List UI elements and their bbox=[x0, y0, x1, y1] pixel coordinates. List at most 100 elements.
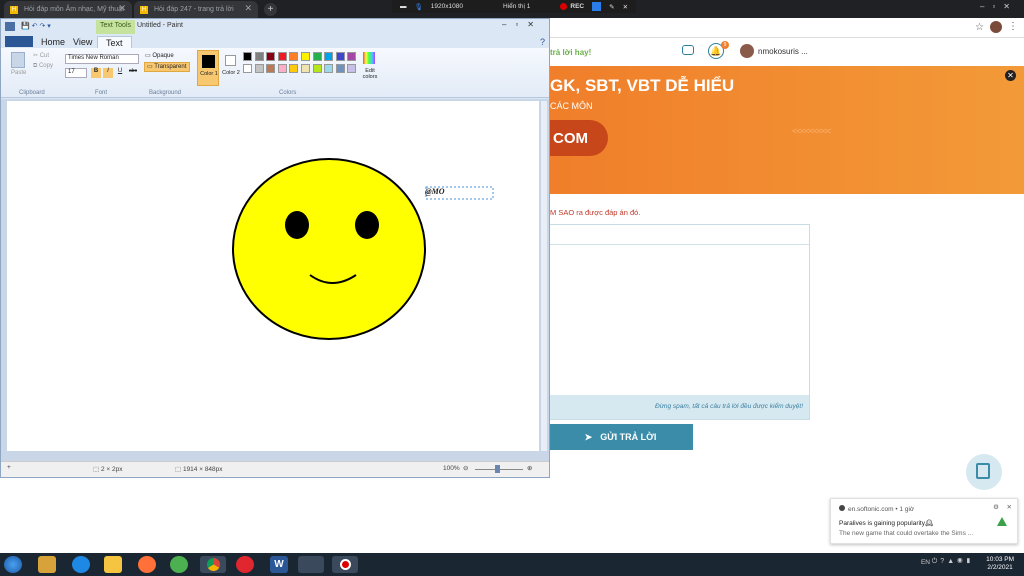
mic-icon[interactable]: 🎙 bbox=[415, 3, 423, 11]
file-menu-button[interactable] bbox=[5, 36, 33, 47]
promo-banner[interactable]: GK, SBT, VBT DỄ HIỂU CÁC MÔN COM <<<<<<<… bbox=[538, 66, 1024, 194]
palette-swatch[interactable] bbox=[243, 52, 252, 61]
media-player-icon[interactable] bbox=[38, 556, 56, 573]
user-avatar[interactable] bbox=[740, 44, 754, 58]
display-label[interactable]: Hiển thị 1 bbox=[503, 3, 530, 10]
color2-button[interactable]: Color 2 bbox=[221, 50, 241, 86]
new-tab-button[interactable]: + bbox=[264, 3, 277, 16]
palette-swatch[interactable] bbox=[266, 64, 276, 73]
palette-swatch[interactable] bbox=[312, 52, 322, 61]
palette-swatch[interactable] bbox=[266, 52, 276, 61]
add-icon: + bbox=[7, 464, 11, 471]
rec-button[interactable]: REC bbox=[560, 2, 584, 10]
palette-swatch[interactable] bbox=[347, 64, 357, 73]
clock-time: 10:03 PM bbox=[986, 556, 1014, 563]
screen-recorder-toolbar: ▬ 🎙 1920x1080 Hiển thị 1 REC ✎ ✕ bbox=[392, 0, 636, 13]
language-indicator[interactable]: EN bbox=[921, 559, 930, 566]
window-controls[interactable]: –▫✕ bbox=[980, 2, 1018, 11]
close-tab-icon[interactable]: ✕ bbox=[244, 3, 252, 14]
internet-explorer-icon[interactable] bbox=[72, 556, 90, 573]
help-icon[interactable]: ? bbox=[540, 37, 545, 47]
font-family-select[interactable]: Times New Roman bbox=[65, 54, 139, 64]
word-icon[interactable]: W bbox=[270, 556, 288, 573]
submit-label: GỬI TRẢ LỜI bbox=[600, 432, 657, 442]
file-explorer-icon[interactable] bbox=[104, 556, 122, 573]
palette-swatch[interactable] bbox=[347, 52, 357, 61]
tab-view[interactable]: View bbox=[73, 37, 92, 47]
star-icon[interactable]: ☆ bbox=[975, 22, 984, 33]
utility-app-icon[interactable] bbox=[170, 556, 188, 573]
strikethrough-button[interactable]: abc bbox=[127, 68, 139, 78]
zoom-out-button[interactable]: ⊖ bbox=[463, 464, 468, 472]
pen-icon[interactable]: ✎ bbox=[609, 3, 614, 11]
notification-close-icon[interactable]: ✕ bbox=[1007, 503, 1012, 511]
palette-swatch[interactable] bbox=[335, 52, 345, 61]
italic-button[interactable]: I bbox=[103, 68, 113, 78]
zoom-slider-thumb[interactable] bbox=[495, 465, 500, 473]
palette-swatch[interactable] bbox=[277, 64, 287, 73]
palette-swatch[interactable] bbox=[324, 64, 334, 73]
palette-swatch[interactable] bbox=[254, 64, 264, 73]
push-notification[interactable]: en.softonic.com • 1 giờ ⚙ ✕ Paralives is… bbox=[830, 498, 1018, 544]
opera-icon[interactable] bbox=[236, 556, 254, 573]
taskbar-clock[interactable]: 10:03 PM 2/2/2021 bbox=[986, 556, 1014, 572]
pin-icon[interactable]: ▬ bbox=[400, 3, 407, 10]
source-icon bbox=[839, 505, 845, 511]
palette-swatch[interactable] bbox=[277, 52, 287, 61]
banner-arrows-decoration: <<<<<<<<< bbox=[792, 126, 831, 136]
answer-textarea[interactable]: Đừng spam, tất cả câu trả lời đều được k… bbox=[548, 224, 810, 420]
zoom-in-button[interactable]: ⊕ bbox=[527, 464, 532, 472]
settings-gear-icon[interactable]: ⚙ bbox=[993, 503, 999, 511]
color1-button[interactable]: Color 1 bbox=[197, 50, 219, 86]
edit-colors-icon[interactable] bbox=[363, 52, 375, 64]
palette-swatch[interactable] bbox=[301, 64, 310, 73]
paint-window-controls[interactable]: –▫✕ bbox=[502, 20, 543, 29]
palette-swatch[interactable] bbox=[335, 64, 345, 73]
cut-button[interactable]: ✂ Cut bbox=[33, 52, 49, 59]
start-button-icon[interactable] bbox=[4, 556, 22, 573]
copy-button[interactable]: ⧉ Copy bbox=[33, 63, 53, 70]
close-recorder-icon[interactable]: ✕ bbox=[623, 3, 628, 11]
submit-answer-button[interactable]: ➤ GỬI TRẢ LỜI bbox=[548, 424, 693, 450]
image-size-readout: ⬚ 1914 × 848px bbox=[175, 466, 223, 473]
username-label[interactable]: nmokosuris ... bbox=[758, 47, 808, 56]
palette-swatch[interactable] bbox=[243, 64, 252, 73]
notification-count-badge: 9 bbox=[721, 41, 729, 49]
palette-swatch[interactable] bbox=[312, 64, 322, 73]
chrome-icon[interactable] bbox=[200, 556, 226, 573]
font-size-select[interactable]: 17 bbox=[65, 68, 87, 78]
stop-icon[interactable] bbox=[592, 2, 602, 11]
profile-avatar[interactable] bbox=[990, 21, 1002, 33]
bold-button[interactable]: B bbox=[91, 68, 101, 78]
close-tab-icon[interactable]: ✕ bbox=[118, 3, 126, 14]
tab-home[interactable]: Home bbox=[41, 37, 65, 47]
resolution-label[interactable]: 1920x1080 bbox=[431, 3, 463, 10]
palette-swatch[interactable] bbox=[301, 52, 310, 61]
browser-tab-answer[interactable]: H Hỏi đáp 247 - trang trả lời ✕ bbox=[134, 1, 258, 18]
browser-tab-music[interactable]: H Hỏi đáp môn Âm nhạc, Mỹ thuật ✕ bbox=[4, 1, 132, 18]
chat-icon[interactable] bbox=[682, 45, 694, 55]
palette-swatch[interactable] bbox=[289, 52, 299, 61]
underline-button[interactable]: U bbox=[115, 68, 125, 78]
palette-swatch[interactable] bbox=[254, 52, 264, 61]
banner-close-icon[interactable]: ✕ bbox=[1005, 70, 1016, 81]
quiz-fab-icon[interactable] bbox=[966, 454, 1002, 490]
firefox-icon[interactable] bbox=[138, 556, 156, 573]
palette-swatch[interactable] bbox=[324, 52, 334, 61]
drawing-canvas[interactable]: @MO bbox=[7, 101, 539, 451]
paint-statusbar: + ⬚ 2 × 2px ⬚ 1914 × 848px 100% ⊖ ⊕ bbox=[1, 461, 549, 477]
recorder-taskbar-icon[interactable] bbox=[332, 556, 358, 573]
edit-colors-label[interactable]: Edit colors bbox=[359, 68, 381, 80]
system-tray-icons[interactable]: ⏻?▲◉▮ bbox=[932, 558, 974, 566]
canvas-scrollbar[interactable] bbox=[541, 101, 547, 451]
paste-label[interactable]: Paste bbox=[11, 70, 26, 76]
paint-taskbar-icon[interactable] bbox=[298, 556, 324, 573]
paint-titlebar: 💾 ↶ ↷ ▾ Text Tools Untitled - Paint –▫✕ bbox=[1, 19, 549, 35]
transparent-button[interactable]: ▭ Transparent bbox=[144, 62, 190, 72]
palette-swatch[interactable] bbox=[289, 64, 299, 73]
opaque-button[interactable]: ▭ Opaque bbox=[145, 52, 174, 59]
paste-icon[interactable] bbox=[11, 52, 25, 68]
canvas-text-box[interactable]: @MO bbox=[425, 187, 445, 196]
quick-access-icons[interactable]: 💾 ↶ ↷ ▾ bbox=[21, 22, 51, 30]
browser-menu-icon[interactable]: ⋮ bbox=[1008, 21, 1018, 32]
